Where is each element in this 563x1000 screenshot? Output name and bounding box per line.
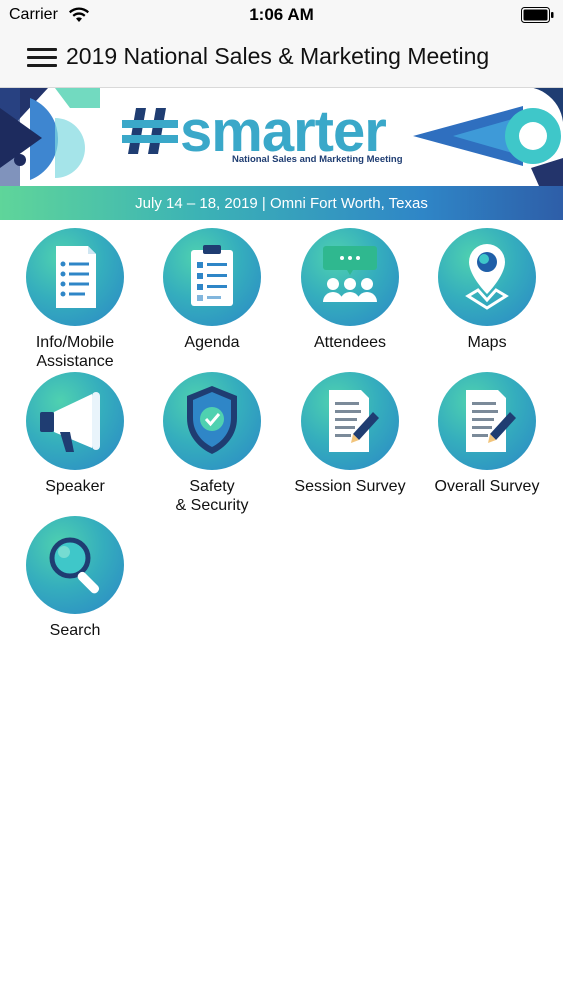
tile-label: Search — [49, 622, 101, 639]
attendees-tile-circle — [301, 228, 399, 326]
tile-label: Info/Mobile Assistance — [35, 334, 115, 370]
tile-label: Overall Survey — [434, 478, 540, 495]
tile-label: Session Survey — [294, 478, 406, 495]
map-pin-icon — [465, 244, 509, 310]
navigation-bar: 2019 National Sales & Marketing Meeting — [0, 30, 563, 88]
safety-tile-circle — [163, 372, 261, 470]
magnifier-icon — [49, 537, 100, 594]
banner-decoration-left — [0, 88, 100, 186]
document-pencil-icon — [466, 390, 516, 452]
status-bar: Carrier 1:06 AM — [0, 0, 563, 30]
document-pencil-icon — [329, 390, 379, 452]
hamburger-menu-icon[interactable] — [27, 46, 57, 70]
info-tile-circle — [26, 228, 124, 326]
event-dates: July 14 – 18, 2019 | Omni Fort Worth, Te… — [135, 195, 428, 212]
overall-survey-tile-circle — [438, 372, 536, 470]
tile-label: Attendees — [313, 334, 387, 351]
hashtag-icon — [122, 108, 178, 154]
agenda-tile-circle — [163, 228, 261, 326]
page-title: 2019 National Sales & Marketing Meeting — [66, 43, 490, 69]
maps-tile-circle — [438, 228, 536, 326]
event-banner: smarter National Sales and Marketing Mee… — [0, 88, 563, 220]
megaphone-icon — [40, 392, 100, 452]
checklist-document-icon — [56, 246, 96, 308]
tile-label: Safety & Security — [175, 478, 249, 514]
status-time: 1:06 AM — [249, 5, 314, 24]
clipboard-icon — [191, 245, 233, 306]
banner-decoration-right — [413, 88, 563, 186]
session-survey-tile-circle — [301, 372, 399, 470]
speaker-tile-circle — [26, 372, 124, 470]
people-chat-icon — [323, 246, 377, 302]
smarter-logo: smarter — [180, 99, 387, 164]
banner-tagline: National Sales and Marketing Meeting — [232, 154, 403, 165]
search-tile-circle — [26, 516, 124, 614]
tile-label: Maps — [467, 334, 507, 351]
tile-label: Agenda — [184, 334, 240, 351]
tile-label: Speaker — [45, 478, 105, 495]
shield-check-icon — [187, 386, 237, 454]
battery-icon — [521, 7, 554, 23]
